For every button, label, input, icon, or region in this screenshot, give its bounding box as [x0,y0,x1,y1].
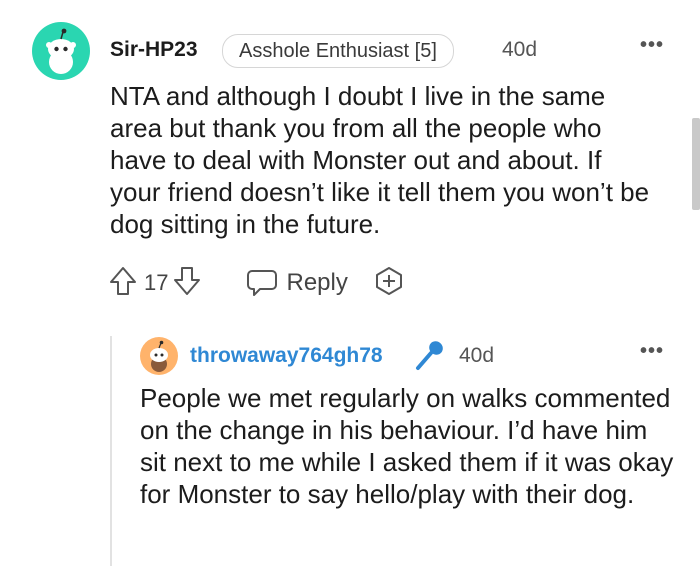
comment-actions: 17 Reply [108,263,404,303]
scrollbar[interactable] [692,118,700,210]
comment-age: 40d [502,38,538,61]
award-plus-icon [375,266,402,295]
comment-username[interactable]: Sir-HP23 [110,38,198,62]
award-button[interactable] [374,266,404,301]
speech-bubble-icon [247,270,278,296]
reply-button[interactable]: Reply [246,268,348,298]
downvote-arrow-icon [174,266,201,295]
upvote-button[interactable] [108,265,138,302]
reply-more-options-button[interactable]: ••• [640,340,664,363]
vote-count: 17 [144,270,169,295]
snoo-avatar-icon [46,28,76,74]
avatar[interactable] [32,22,90,80]
more-options-button[interactable]: ••• [640,34,664,57]
downvote-button[interactable] [172,265,202,302]
reply-avatar[interactable] [140,337,178,375]
user-flair: Asshole Enthusiast [5] [222,34,454,68]
snoo-avatar-icon [150,340,168,372]
reply-label: Reply [286,269,348,296]
thread-line[interactable] [110,336,112,566]
reply-username[interactable]: throwaway764gh78 [190,344,383,368]
comment-body: NTA and although I doubt I live in the s… [110,81,650,239]
upvote-arrow-icon [110,266,136,295]
microphone-icon [413,338,447,377]
reply-age: 40d [459,344,495,367]
reply-body: People we met regularly on walks comment… [140,383,674,509]
